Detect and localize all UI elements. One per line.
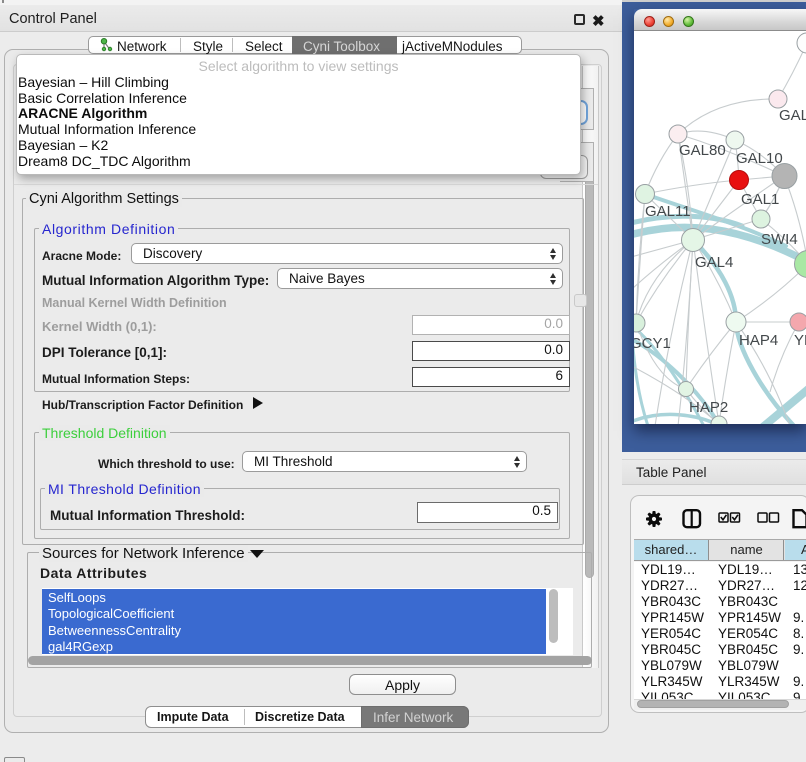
svg-text:SWI4: SWI4: [761, 231, 798, 248]
svg-text:GAL1: GAL1: [741, 191, 779, 208]
svg-text:GAL10: GAL10: [736, 150, 783, 167]
svg-text:GAL7: GAL7: [779, 107, 806, 124]
svg-text:GAL4: GAL4: [695, 254, 733, 271]
svg-text:YM: YM: [794, 332, 806, 349]
svg-text:GAL11: GAL11: [645, 203, 691, 220]
svg-text:GAL80: GAL80: [679, 142, 726, 159]
svg-text:GCY1: GCY1: [634, 335, 671, 352]
svg-text:HAP2: HAP2: [689, 399, 728, 416]
svg-text:HAP4: HAP4: [739, 332, 778, 349]
